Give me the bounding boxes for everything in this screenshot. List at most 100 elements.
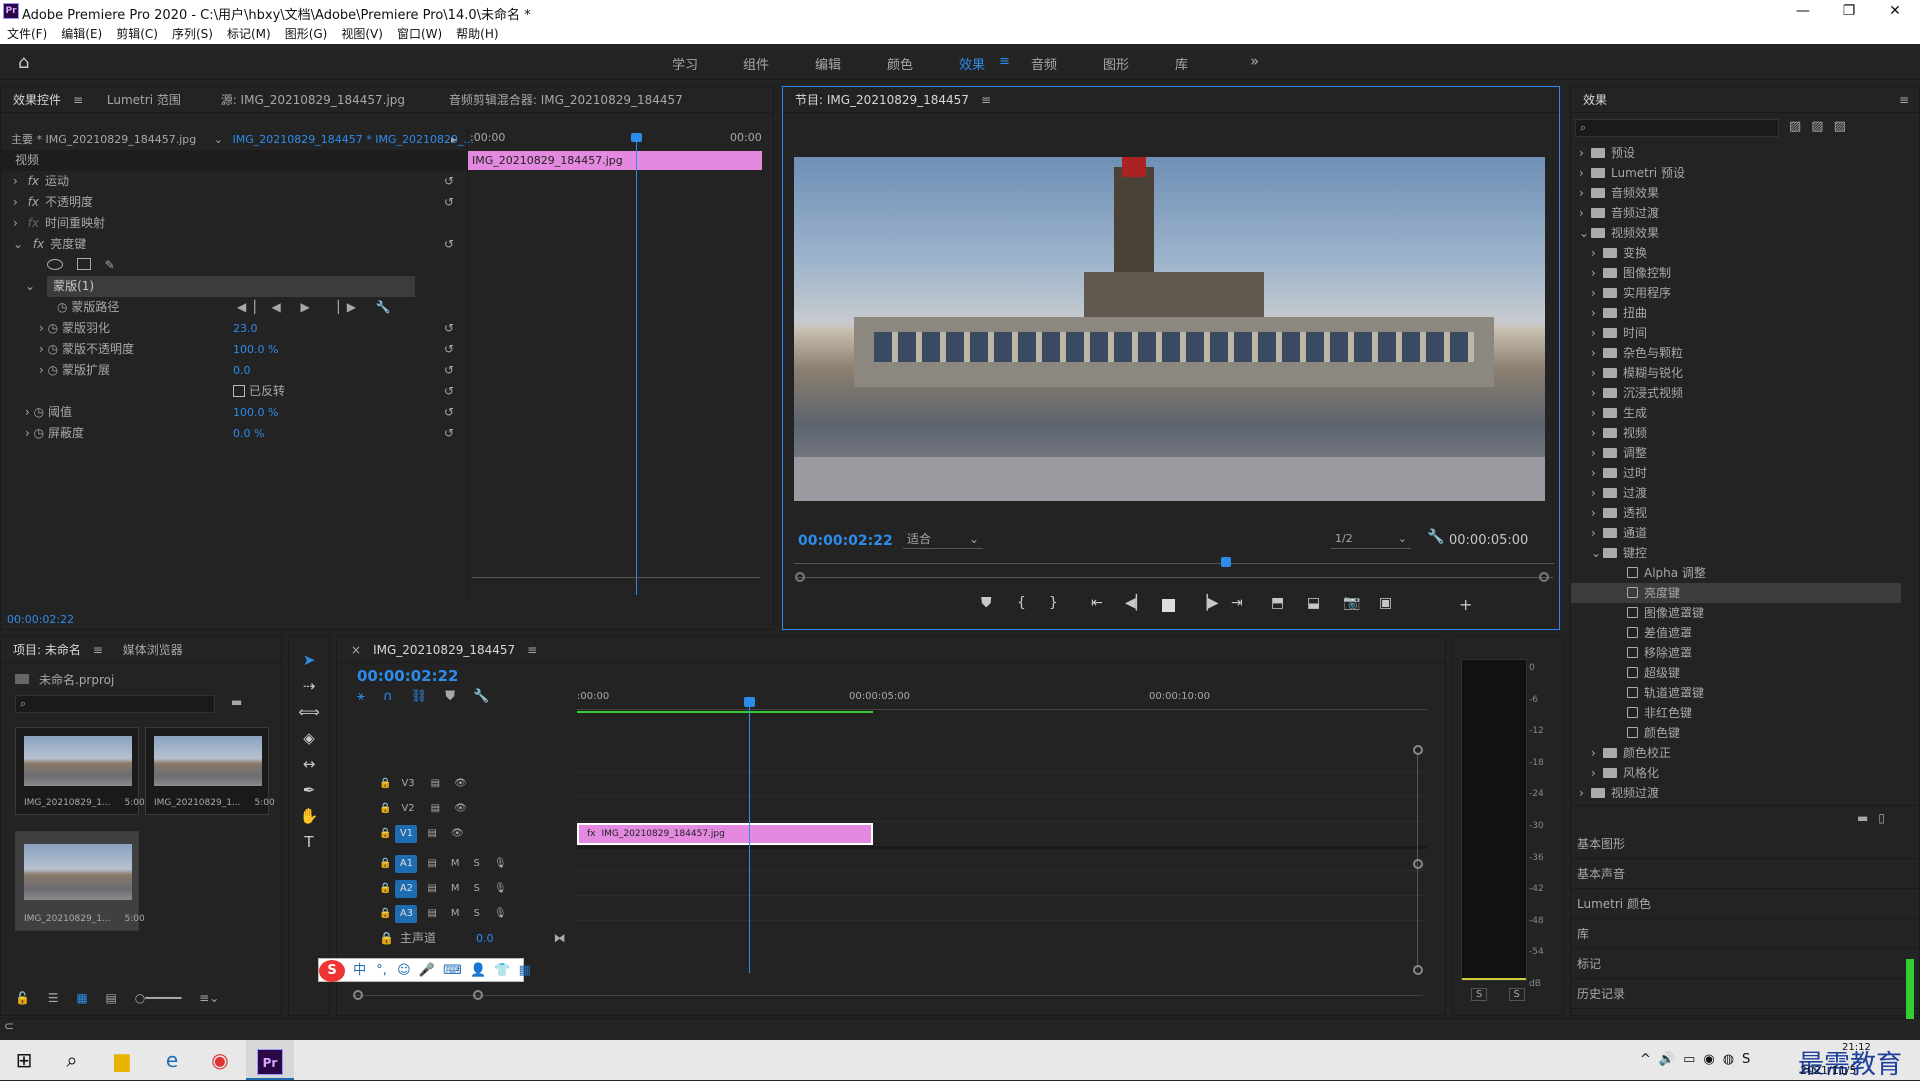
horizontal-zoom-bar[interactable] bbox=[353, 995, 1423, 996]
workspace-libraries[interactable]: 库 bbox=[1175, 54, 1188, 73]
compare-icon[interactable]: ▣ bbox=[1379, 595, 1392, 611]
effects-tree-folder[interactable]: › 预设 bbox=[1571, 143, 1901, 163]
pen-mask-icon[interactable]: ✎ bbox=[105, 258, 115, 272]
scroll-handle[interactable] bbox=[1413, 859, 1423, 869]
reset-icon[interactable]: ↺ bbox=[444, 339, 454, 360]
effects-tree-folder[interactable]: › 颜色校正 bbox=[1571, 743, 1901, 763]
timeline-tracks-area[interactable]: :00:00 00:00:05:00 00:00:10:00 fx IMG_202… bbox=[577, 673, 1427, 975]
master-volume[interactable]: 0.0 bbox=[476, 932, 494, 945]
extract-icon[interactable]: ⬓ bbox=[1307, 595, 1320, 611]
effects-tree-folder[interactable]: › 过渡 bbox=[1571, 483, 1901, 503]
zoom-handle-left[interactable] bbox=[795, 572, 805, 582]
reset-icon[interactable]: ↺ bbox=[444, 360, 454, 381]
panel-essential-sound[interactable]: 基本声音 bbox=[1571, 859, 1920, 889]
eye-icon[interactable]: 👁 bbox=[454, 803, 467, 814]
film-icon[interactable]: ▤ bbox=[427, 828, 436, 839]
stop-icon[interactable] bbox=[1162, 599, 1175, 612]
step-forward-icon[interactable]: ▕▶ bbox=[1197, 595, 1219, 611]
stopwatch-icon[interactable]: ◷ bbox=[48, 321, 58, 335]
workspace-effects[interactable]: 效果 bbox=[959, 54, 985, 73]
reset-icon[interactable]: ↺ bbox=[444, 171, 454, 192]
effects-tree-folder[interactable]: › 音频效果 bbox=[1571, 183, 1901, 203]
pen-tool-icon[interactable]: ✒ bbox=[289, 781, 329, 807]
workspace-audio[interactable]: 音频 bbox=[1031, 54, 1057, 73]
panel-history[interactable]: 历史记录 bbox=[1571, 979, 1920, 1009]
ime-emoji-icon[interactable]: ☺ bbox=[397, 963, 411, 978]
mark-in-icon[interactable]: { bbox=[1017, 595, 1026, 611]
workspace-learn[interactable]: 学习 bbox=[672, 54, 698, 73]
master-clip-label[interactable]: 主要 * IMG_20210829_184457.jpg bbox=[11, 133, 196, 146]
workspace-graphics[interactable]: 图形 bbox=[1103, 54, 1129, 73]
selection-tool-icon[interactable]: ➤ bbox=[289, 651, 329, 677]
effects-tree-item[interactable]: 差值遮罩 bbox=[1571, 623, 1901, 643]
menu-help[interactable]: 帮助(H) bbox=[449, 24, 505, 44]
workspace-editing[interactable]: 编辑 bbox=[815, 54, 841, 73]
reset-icon[interactable]: ↺ bbox=[444, 318, 454, 339]
prop-time-remap[interactable]: › fx 时间重映射 bbox=[1, 213, 466, 234]
solo-button[interactable]: S bbox=[474, 883, 480, 894]
minimize-icon[interactable]: — bbox=[1780, 0, 1826, 24]
timeline-playhead-line[interactable] bbox=[749, 697, 750, 973]
ime-skin-icon[interactable]: 👕 bbox=[494, 963, 510, 978]
reset-icon[interactable]: ↺ bbox=[444, 234, 454, 255]
program-menu-icon[interactable]: ≡ bbox=[981, 87, 991, 112]
lock-icon[interactable]: 🔓 bbox=[15, 991, 30, 1005]
effects-tree-item[interactable]: 超级键 bbox=[1571, 663, 1901, 683]
effects-tree-folder[interactable]: › Lumetri 预设 bbox=[1571, 163, 1901, 183]
tab-project[interactable]: 项目: 未命名 bbox=[13, 637, 81, 662]
timeline-clip-v1[interactable]: fx IMG_20210829_184457.jpg bbox=[577, 823, 873, 845]
effects-tree-folder[interactable]: › 视频 bbox=[1571, 423, 1901, 443]
mute-button[interactable]: M bbox=[451, 908, 460, 919]
sequence-menu-icon[interactable]: ≡ bbox=[527, 637, 537, 662]
mic-icon[interactable]: 🎙 bbox=[494, 908, 507, 919]
mask-opacity-value[interactable]: 100.0 % bbox=[233, 339, 278, 360]
zoom-handle-left[interactable] bbox=[353, 990, 363, 1000]
panel-essential-graphics[interactable]: 基本图形 bbox=[1571, 829, 1920, 859]
effects-tree-folder[interactable]: › 生成 bbox=[1571, 403, 1901, 423]
add-marker-icon[interactable]: ⛊ bbox=[981, 595, 992, 611]
resolution-dropdown[interactable]: 1/2 ⌄ bbox=[1331, 529, 1411, 549]
mask-row[interactable]: ⌄ 蒙版(1) bbox=[1, 276, 466, 297]
effects-tree-folder[interactable]: › 图像控制 bbox=[1571, 263, 1901, 283]
effects-tree-item[interactable]: Alpha 调整 bbox=[1571, 563, 1901, 583]
mic-icon[interactable]: 🎙 bbox=[494, 883, 507, 894]
menu-graphics[interactable]: 图形(G) bbox=[278, 24, 335, 44]
type-tool-icon[interactable]: T bbox=[289, 833, 329, 859]
eye-icon[interactable]: 👁 bbox=[454, 778, 467, 789]
stopwatch-icon[interactable]: ◷ bbox=[34, 405, 44, 419]
reset-icon[interactable]: ↺ bbox=[444, 402, 454, 423]
film-icon[interactable]: ▤ bbox=[431, 778, 440, 789]
snap-icon[interactable]: ∩ bbox=[383, 689, 393, 704]
workspace-more-icon[interactable]: » bbox=[1250, 52, 1259, 70]
film-icon[interactable]: ▤ bbox=[431, 803, 440, 814]
sort-icon[interactable]: ≡⌄ bbox=[199, 991, 219, 1005]
ime-user-icon[interactable]: 👤 bbox=[470, 963, 486, 978]
search-icon[interactable]: ⌕ bbox=[48, 1040, 96, 1080]
effects-tree-folder[interactable]: › 风格化 bbox=[1571, 763, 1901, 783]
program-scrub-track[interactable] bbox=[794, 563, 1554, 564]
effects-tree-folder[interactable]: › 变换 bbox=[1571, 243, 1901, 263]
effects-tree-folder[interactable]: › 时间 bbox=[1571, 323, 1901, 343]
meter-solo-button[interactable]: S bbox=[1471, 988, 1488, 1001]
ime-toolbox-icon[interactable]: ▦ bbox=[519, 963, 531, 978]
mask-track-controls[interactable]: ◀▏◀ ▶ ▕▶ 🔧 bbox=[237, 297, 399, 318]
program-zoom-bar[interactable] bbox=[795, 577, 1553, 578]
premiere-taskbar-icon[interactable]: Pr bbox=[246, 1040, 294, 1080]
ec-playhead-handle[interactable] bbox=[631, 133, 642, 142]
scroll-handle[interactable] bbox=[1413, 745, 1423, 755]
stopwatch-icon[interactable]: ◷ bbox=[48, 363, 58, 377]
close-icon[interactable]: ✕ bbox=[1872, 0, 1918, 24]
button-editor-plus-icon[interactable]: + bbox=[1459, 595, 1472, 614]
stopwatch-icon[interactable]: ◷ bbox=[48, 342, 58, 356]
effects-tree-item[interactable]: 轨道遮罩键 bbox=[1571, 683, 1901, 703]
effect-controls-timeline[interactable]: :00:00 00:00 IMG_20210829_184457.jpg bbox=[467, 129, 765, 599]
effects-tree-item[interactable]: 颜色键 bbox=[1571, 723, 1901, 743]
eye-icon[interactable]: 👁 bbox=[451, 828, 464, 839]
close-icon[interactable]: × bbox=[351, 637, 361, 662]
program-timecode[interactable]: 00:00:02:22 bbox=[798, 533, 893, 549]
slip-tool-icon[interactable]: ↔ bbox=[289, 755, 329, 781]
effects-menu-icon[interactable]: ≡ bbox=[1899, 87, 1909, 113]
fit-dropdown[interactable]: 适合 ⌄ bbox=[903, 529, 983, 549]
sync-icon[interactable]: ▤ bbox=[427, 908, 436, 919]
project-item-selected[interactable]: IMG_20210829_1... 5:00 bbox=[15, 831, 145, 931]
